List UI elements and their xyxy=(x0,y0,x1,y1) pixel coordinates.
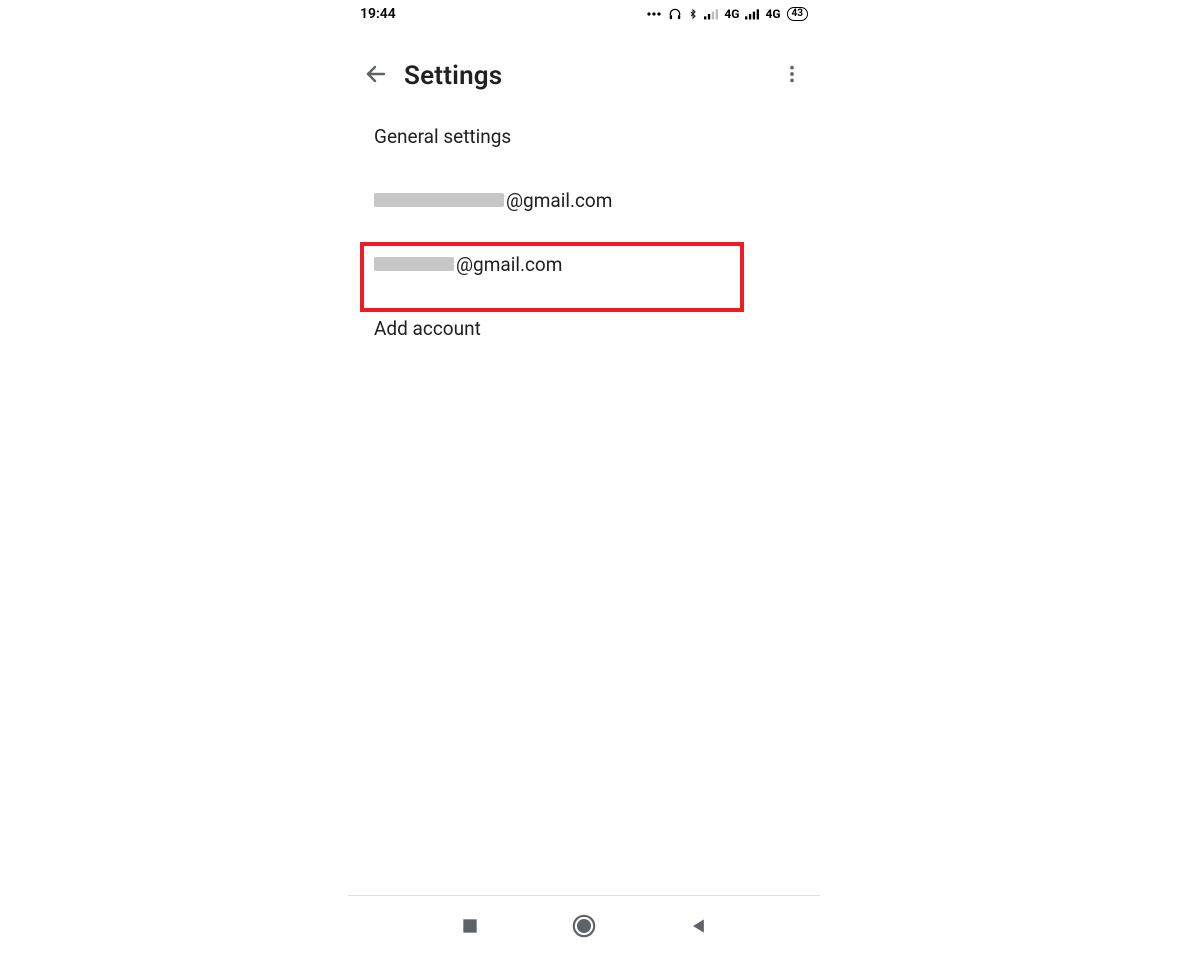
more-vert-icon xyxy=(781,63,803,89)
add-account-label: Add account xyxy=(374,317,481,340)
account-2-domain: @gmail.com xyxy=(456,253,562,276)
square-icon xyxy=(460,916,480,940)
settings-list: General settings @gmail.com @gmail.com A… xyxy=(348,104,820,360)
phone-frame: 19:44 4G 4G 43 xyxy=(348,0,820,960)
general-settings-item[interactable]: General settings xyxy=(374,104,808,168)
bluetooth-icon xyxy=(688,6,698,22)
overflow-menu-button[interactable] xyxy=(772,56,812,96)
status-bar: 19:44 4G 4G 43 xyxy=(348,0,820,28)
status-icons: 4G 4G 43 xyxy=(646,6,808,22)
general-settings-label: General settings xyxy=(374,125,511,148)
account-1-domain: @gmail.com xyxy=(506,189,612,212)
page-title: Settings xyxy=(404,61,772,91)
triangle-left-icon xyxy=(688,916,708,940)
app-bar: Settings xyxy=(348,48,820,104)
system-nav-bar xyxy=(348,895,820,960)
redacted-text xyxy=(374,193,504,207)
network-1-label: 4G xyxy=(724,7,739,21)
back-button[interactable] xyxy=(356,56,396,96)
circle-icon xyxy=(571,913,597,943)
home-button[interactable] xyxy=(571,915,597,941)
arrow-left-icon xyxy=(364,62,388,90)
add-account-item[interactable]: Add account xyxy=(374,296,808,360)
signal-1-icon xyxy=(704,8,718,20)
status-time: 19:44 xyxy=(360,6,396,22)
battery-indicator: 43 xyxy=(787,7,808,21)
system-back-button[interactable] xyxy=(685,915,711,941)
redacted-text xyxy=(374,257,454,271)
recent-apps-button[interactable] xyxy=(457,915,483,941)
headphones-icon xyxy=(668,7,682,21)
network-2-label: 4G xyxy=(765,7,780,21)
more-icon xyxy=(646,9,662,19)
account-item-2[interactable]: @gmail.com xyxy=(374,232,808,296)
account-item-1[interactable]: @gmail.com xyxy=(374,168,808,232)
signal-2-icon xyxy=(745,8,759,20)
